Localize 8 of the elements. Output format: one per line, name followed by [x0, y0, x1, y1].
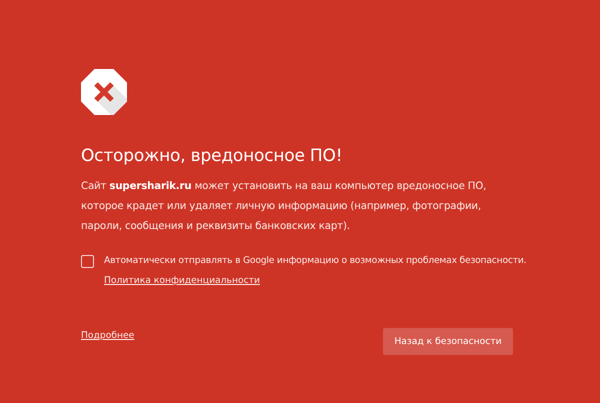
- warning-message: Сайт supersharik.ru может установить на ваш компьютер вредоносное ПО, которое крадет или удаляет личную информацию (например, фотографии, пароли, сообщения и реквизиты банковских карт).: [81, 180, 488, 234]
- details-link[interactable]: Подробнее: [81, 328, 134, 343]
- warning-octagon-icon: [81, 69, 127, 115]
- report-checkbox[interactable]: [81, 255, 94, 268]
- back-to-safety-button[interactable]: Назад к безопасности: [383, 328, 513, 355]
- privacy-policy-link[interactable]: Политика конфиденциальности: [104, 273, 260, 288]
- warning-heading: Осторожно, вредоносное ПО!: [81, 145, 344, 167]
- report-label: Автоматически отправлять в Google информацию о возможных проблемах безопасности.: [104, 254, 526, 268]
